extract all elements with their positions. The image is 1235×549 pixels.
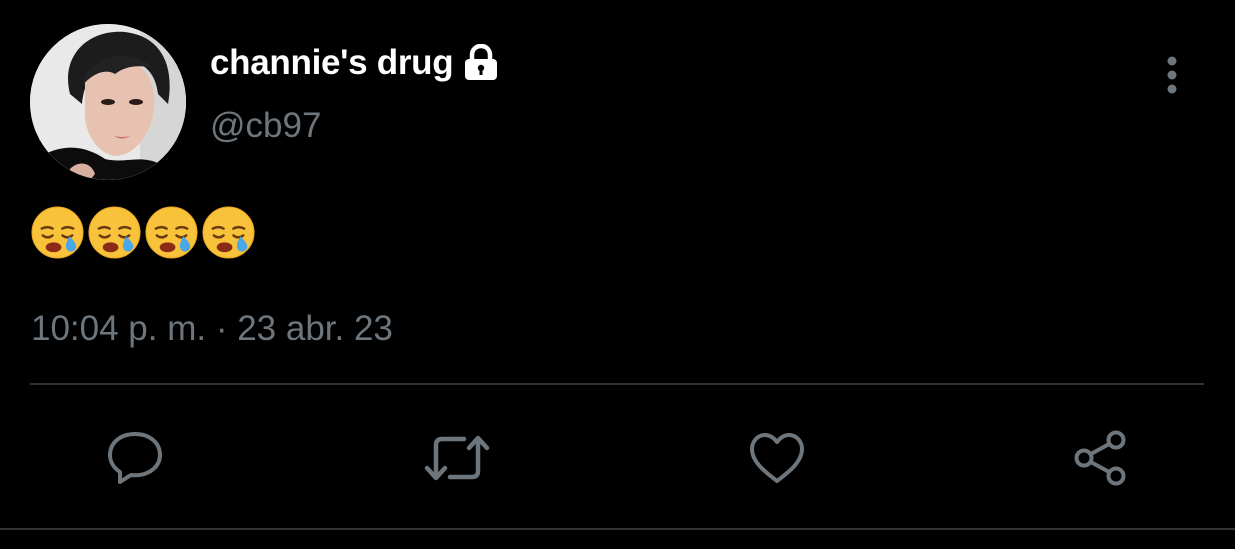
- avatar-image: [30, 24, 186, 180]
- sleepy-face-emoji-icon: [88, 206, 141, 259]
- avatar[interactable]: [30, 24, 186, 180]
- display-name: channie's drug: [210, 43, 454, 82]
- like-button[interactable]: [737, 420, 817, 496]
- sleepy-face-emoji-icon: [202, 206, 255, 259]
- heart-icon: [750, 433, 804, 483]
- more-options-button[interactable]: [1150, 52, 1194, 98]
- user-handle[interactable]: @cb97: [210, 106, 321, 146]
- sleepy-face-emoji-icon: [31, 206, 84, 259]
- share-button[interactable]: [1060, 420, 1140, 496]
- tweet-detail: channie's drug @cb97 10:04 p. m. · 23 ab…: [0, 0, 1235, 549]
- divider: [30, 383, 1204, 385]
- retweet-arrows-icon: [424, 435, 490, 481]
- tweet-text: [30, 205, 256, 260]
- tweet-action-bar: [0, 420, 1235, 500]
- reply-button[interactable]: [95, 420, 175, 496]
- vertical-dots-icon: [1167, 56, 1177, 94]
- retweet-button[interactable]: [417, 420, 497, 496]
- share-nodes-icon: [1074, 430, 1126, 486]
- sleepy-face-emoji-icon: [145, 206, 198, 259]
- display-name-row[interactable]: channie's drug: [210, 40, 499, 86]
- tweet-timestamp[interactable]: 10:04 p. m. · 23 abr. 23: [31, 309, 393, 349]
- lock-icon: [463, 44, 499, 82]
- speech-bubble-icon: [108, 432, 162, 484]
- bottom-divider: [0, 528, 1235, 530]
